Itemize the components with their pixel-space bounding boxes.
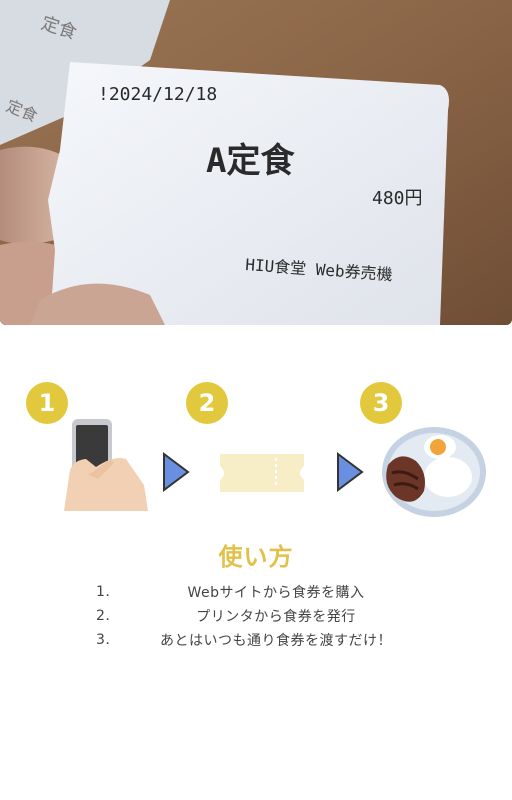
ticket-price: 480円 (372, 188, 423, 209)
step-1-badge: 1 (26, 382, 68, 424)
list-item-text: プリンタから食券を発行 (196, 609, 356, 625)
how-to-title: 使い方 (218, 543, 294, 571)
list-item: 1. Webサイトから食券を購入 (96, 580, 426, 604)
ticket-icon (220, 454, 304, 492)
ticket-photo: 定食 定食 !2024/12/18 A定食 480円 HIU食堂 Web券売機 (0, 0, 512, 325)
step-2-badge: 2 (186, 382, 228, 424)
meal-plate-icon (382, 427, 486, 517)
list-item-number: 3. (96, 632, 111, 648)
smartphone-hand-icon (64, 419, 148, 511)
list-item-text: あとはいつも通り食券を渡すだけ！ (160, 633, 392, 649)
list-item: 3. あとはいつも通り食券を渡すだけ！ (96, 628, 426, 652)
arrow-right-icon (163, 452, 190, 492)
list-item: 2. プリンタから食券を発行 (96, 604, 426, 628)
arrow-right-icon (337, 452, 364, 492)
list-item-number: 2. (96, 608, 111, 624)
list-item-text: Webサイトから食券を購入 (187, 585, 365, 601)
how-to-list: 1. Webサイトから食券を購入 2. プリンタから食券を発行 3. あとはいつ… (96, 580, 426, 652)
list-item-number: 1. (96, 584, 111, 600)
ticket-date: !2024/12/18 (98, 84, 217, 105)
step-3-badge: 3 (360, 382, 402, 424)
ticket-item: A定食 (206, 141, 295, 181)
